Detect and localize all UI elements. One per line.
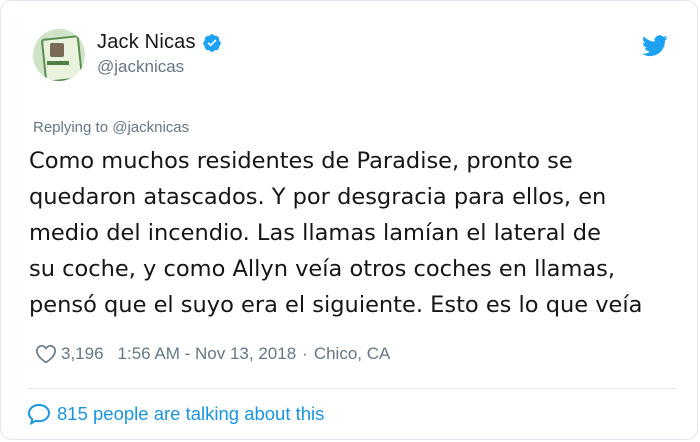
tweet-meta: 3,196 1:56 AM - Nov 13, 2018 · Chico, CA	[35, 344, 390, 364]
avatar-stripe	[47, 61, 69, 65]
author-name-row: Jack Nicas	[97, 31, 222, 54]
conversation-text: 815 people are talking about this	[57, 403, 325, 424]
author-name[interactable]: Jack Nicas	[97, 31, 196, 54]
speech-bubble-icon	[27, 403, 51, 425]
author-handle[interactable]: @jacknicas	[97, 57, 184, 77]
verified-badge-icon	[202, 33, 221, 52]
conversation-link[interactable]: 815 people are talking about this	[27, 403, 324, 425]
tweet-card: Jack Nicas @jacknicas Replying to @jackn…	[0, 0, 698, 440]
like-count[interactable]: 3,196	[61, 344, 104, 364]
tweet-text: Como muchos residentes de Paradise, pron…	[29, 148, 643, 318]
replying-to: Replying to @jacknicas	[33, 119, 190, 136]
divider	[27, 388, 677, 389]
heart-icon[interactable]	[35, 344, 57, 364]
avatar-photo	[50, 43, 64, 57]
twitter-bird-icon[interactable]	[642, 35, 668, 57]
tweet-timestamp[interactable]: 1:56 AM - Nov 13, 2018	[118, 344, 297, 364]
meta-separator: ·	[302, 344, 308, 363]
tweet-location[interactable]: Chico, CA	[314, 344, 391, 364]
avatar[interactable]	[33, 29, 85, 81]
avatar-badge-image	[40, 35, 84, 81]
